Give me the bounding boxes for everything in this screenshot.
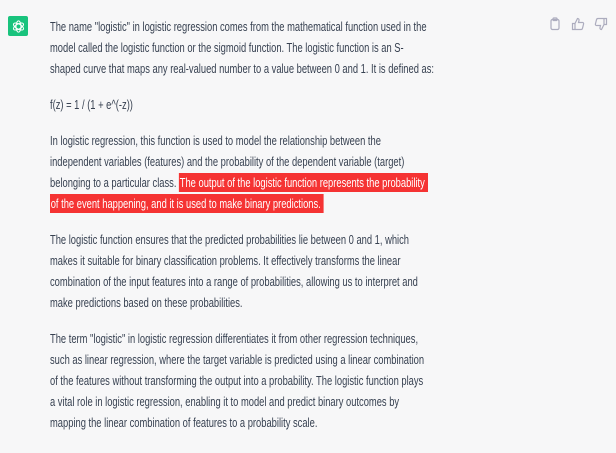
text-line: model called the logistic function or th…	[50, 40, 404, 55]
text-line: makes it suitable for binary classificat…	[50, 253, 401, 268]
message-actions	[548, 17, 608, 31]
paragraph-3: The logistic function ensures that the p…	[50, 229, 434, 313]
text-line: of the event happening, and it is used t…	[50, 193, 434, 214]
thumbs-down-icon[interactable]	[594, 17, 608, 31]
text-line: independent variables (features) and the…	[50, 154, 405, 169]
text-line: a vital role in logistic regression, ena…	[50, 394, 400, 409]
copy-icon[interactable]	[548, 17, 562, 31]
text-line: mapping the linear combination of featur…	[50, 415, 318, 430]
assistant-message: The name "logistic" in logistic regressi…	[50, 16, 434, 448]
highlighted-text: of the event happening, and it is used t…	[50, 194, 324, 213]
text-line: The name "logistic" in logistic regressi…	[50, 19, 427, 34]
formula-text: f(z) = 1 / (1 + e^(-z))	[50, 97, 133, 112]
text-plain: belonging to a particular class.	[50, 175, 180, 190]
paragraph-4: The term "logistic" in logistic regressi…	[50, 328, 434, 433]
assistant-avatar	[8, 16, 28, 36]
text-line: The logistic function ensures that the p…	[50, 232, 410, 247]
text-line: belonging to a particular class. The out…	[50, 172, 434, 193]
text-line: combination of the input features into a…	[50, 274, 418, 289]
highlighted-text: The output of the logistic function repr…	[179, 173, 428, 192]
text-line: such as linear regression, where the tar…	[50, 352, 425, 367]
paragraph-2: In logistic regression, this function is…	[50, 130, 434, 214]
thumbs-up-icon[interactable]	[571, 17, 585, 31]
text-line: of the features without transforming the…	[50, 373, 424, 388]
openai-logo-icon	[12, 19, 24, 33]
text-line: In logistic regression, this function is…	[50, 133, 381, 148]
paragraph-1: The name "logistic" in logistic regressi…	[50, 16, 434, 79]
formula: f(z) = 1 / (1 + e^(-z))	[50, 94, 434, 115]
text-line: make predictions based on these probabil…	[50, 295, 243, 310]
text-line: The term "logistic" in logistic regressi…	[50, 331, 419, 346]
text-line: shaped curve that maps any real-valued n…	[50, 61, 435, 76]
